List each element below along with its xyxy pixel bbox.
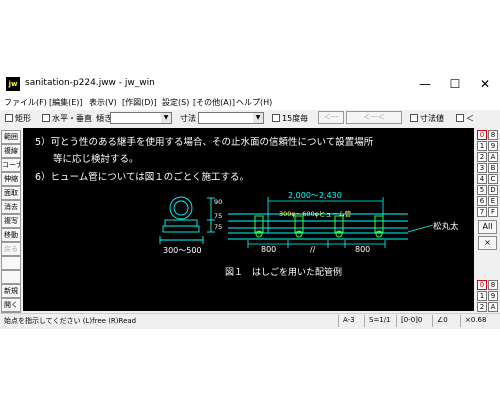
- status-divider: [432, 315, 433, 327]
- menu-file[interactable]: ファイル(F): [4, 97, 47, 108]
- tool-copy[interactable]: 複写: [1, 214, 21, 228]
- tool-move[interactable]: 移動: [1, 228, 21, 242]
- lt-label: ＜: [466, 114, 474, 123]
- pipe-ladder-drawing: [159, 196, 434, 248]
- layer-button-1[interactable]: 1: [477, 141, 487, 151]
- group-button-1[interactable]: 1: [477, 291, 487, 301]
- layer-button-b[interactable]: B: [488, 163, 498, 173]
- layer-button-5[interactable]: 5: [477, 185, 487, 195]
- layer-button-9[interactable]: 9: [488, 141, 498, 151]
- tool-undo[interactable]: 戻る: [1, 242, 21, 256]
- layer-button-c[interactable]: C: [488, 174, 498, 184]
- tool-open[interactable]: 開く: [1, 298, 21, 312]
- dim-width-text: 300～500: [163, 246, 202, 255]
- menu-edit[interactable]: [編集(E)]: [49, 97, 83, 108]
- tool-blank-1[interactable]: [1, 256, 21, 270]
- group-button-8[interactable]: 8: [488, 280, 498, 290]
- dim-h3-text: 75: [214, 223, 223, 231]
- minimize-button[interactable]: —: [410, 73, 440, 95]
- status-zoom[interactable]: ×0.68: [465, 316, 486, 324]
- dimension-label: 寸法: [180, 114, 196, 123]
- tool-options-bar: 矩形 水平・垂直 傾き ▼ 寸法 ▼ 15度毎 ＜--- ＜---＜ 寸法値 ＜: [0, 110, 500, 126]
- horizontal-vertical-checkbox[interactable]: [42, 114, 50, 122]
- window-title: sanitation-p224.jww - jw_win: [25, 78, 155, 88]
- status-bar: 始点を指示してください (L)free (R)Read A-3 S=1/1 [0…: [0, 313, 500, 329]
- menu-other[interactable]: [その他(A)]: [193, 97, 235, 108]
- close-button[interactable]: ✕: [470, 73, 500, 95]
- tool-corner[interactable]: コーナー: [1, 158, 21, 172]
- layer-button-3[interactable]: 3: [477, 163, 487, 173]
- tool-new[interactable]: 新規: [1, 284, 21, 298]
- group-button-2[interactable]: 2: [477, 302, 487, 312]
- dimension-combo[interactable]: ▼: [198, 112, 264, 124]
- incline-combo[interactable]: ▼: [110, 112, 172, 124]
- layer-button-0[interactable]: 0: [477, 130, 487, 140]
- dim-h1-text: 90: [214, 198, 223, 206]
- menu-settings[interactable]: 設定(S): [162, 97, 189, 108]
- layer-button-a[interactable]: A: [488, 152, 498, 162]
- layer-button-f[interactable]: F: [488, 207, 498, 217]
- menu-draw[interactable]: [作図(D)]: [122, 97, 157, 108]
- layer-button-8[interactable]: 8: [488, 130, 498, 140]
- dim-bottom-left: 800: [261, 245, 277, 254]
- figure-caption: 図１ はしごを用いた配管例: [225, 268, 343, 278]
- app-logo-icon: jw: [6, 77, 20, 91]
- title-bar[interactable]: jw sanitation-p224.jww - jw_win — ☐ ✕: [0, 73, 500, 95]
- maximize-button[interactable]: ☐: [440, 73, 470, 95]
- status-divider: [460, 315, 461, 327]
- jw-cad-window: jw sanitation-p224.jww - jw_win — ☐ ✕ ファ…: [0, 73, 500, 329]
- tool-offset[interactable]: 複線: [1, 144, 21, 158]
- status-divider: [364, 315, 365, 327]
- lt-checkbox[interactable]: [456, 114, 464, 122]
- dim-top-text: 2,000～2,430: [288, 191, 342, 200]
- chevron-down-icon[interactable]: ▼: [253, 113, 263, 123]
- layer-button-4[interactable]: 4: [477, 174, 487, 184]
- horizontal-vertical-label: 水平・垂直: [52, 114, 92, 123]
- layer-button-e[interactable]: E: [488, 196, 498, 206]
- group-button-0[interactable]: 0: [477, 280, 487, 290]
- status-layer[interactable]: [0-0]0: [401, 316, 422, 324]
- deg15-label: 15度毎: [282, 114, 309, 123]
- layer-button-7[interactable]: 7: [477, 207, 487, 217]
- group-button-a[interactable]: A: [488, 302, 498, 312]
- layer-x-button[interactable]: ×: [478, 236, 497, 250]
- left-arrow-button[interactable]: ＜---: [318, 111, 344, 124]
- chevron-down-icon[interactable]: ▼: [161, 113, 171, 123]
- drawing-canvas[interactable]: 5）可とう性のある継手を使用する場合、その止水面の信頼性について設置場所 等に応…: [23, 128, 474, 311]
- group-button-9[interactable]: 9: [488, 291, 498, 301]
- deg15-checkbox[interactable]: [272, 114, 280, 122]
- menu-bar: ファイル(F) [編集(E)] 表示(V) [作図(D)] 設定(S) [その他…: [0, 95, 500, 110]
- status-angle[interactable]: ∠0: [437, 316, 448, 324]
- tool-chamfer[interactable]: 面取: [1, 186, 21, 200]
- right-arrow-button[interactable]: ＜---＜: [346, 111, 402, 124]
- dim-gap: //: [310, 245, 316, 254]
- rect-checkbox[interactable]: [5, 114, 13, 122]
- tool-erase[interactable]: 消去: [1, 200, 21, 214]
- tool-range[interactable]: 範囲: [1, 130, 21, 144]
- pipe-label: 300φ～600φヒューム管: [279, 210, 352, 218]
- log-label: 松丸太: [433, 222, 459, 232]
- layer-palette: 0 8 1 9 2 A 3 B 4 C 5 D 6 E 7 F All × 0 …: [475, 128, 500, 312]
- dim-bottom-right: 800: [355, 245, 371, 254]
- tool-blank-2[interactable]: [1, 270, 21, 284]
- status-divider: [396, 315, 397, 327]
- layer-button-d[interactable]: D: [488, 185, 498, 195]
- status-scale[interactable]: S=1/1: [369, 316, 391, 324]
- layer-button-6[interactable]: 6: [477, 196, 487, 206]
- status-divider: [338, 315, 339, 327]
- status-message: 始点を指示してください (L)free (R)Read: [4, 317, 137, 325]
- all-layers-button[interactable]: All: [478, 220, 497, 234]
- left-tool-palette: 範囲 複線 コーナー 伸縮 面取 消去 複写 移動 戻る 新規 開く: [0, 128, 22, 312]
- dimension-value-label: 寸法値: [420, 114, 444, 123]
- dimension-value-checkbox[interactable]: [410, 114, 418, 122]
- menu-help[interactable]: ヘルプ(H): [236, 97, 272, 108]
- status-paper[interactable]: A-3: [343, 316, 355, 324]
- menu-view[interactable]: 表示(V): [89, 97, 117, 108]
- tool-extend[interactable]: 伸縮: [1, 172, 21, 186]
- dim-h2-text: 75: [214, 212, 223, 220]
- layer-button-2[interactable]: 2: [477, 152, 487, 162]
- rect-label: 矩形: [15, 114, 31, 123]
